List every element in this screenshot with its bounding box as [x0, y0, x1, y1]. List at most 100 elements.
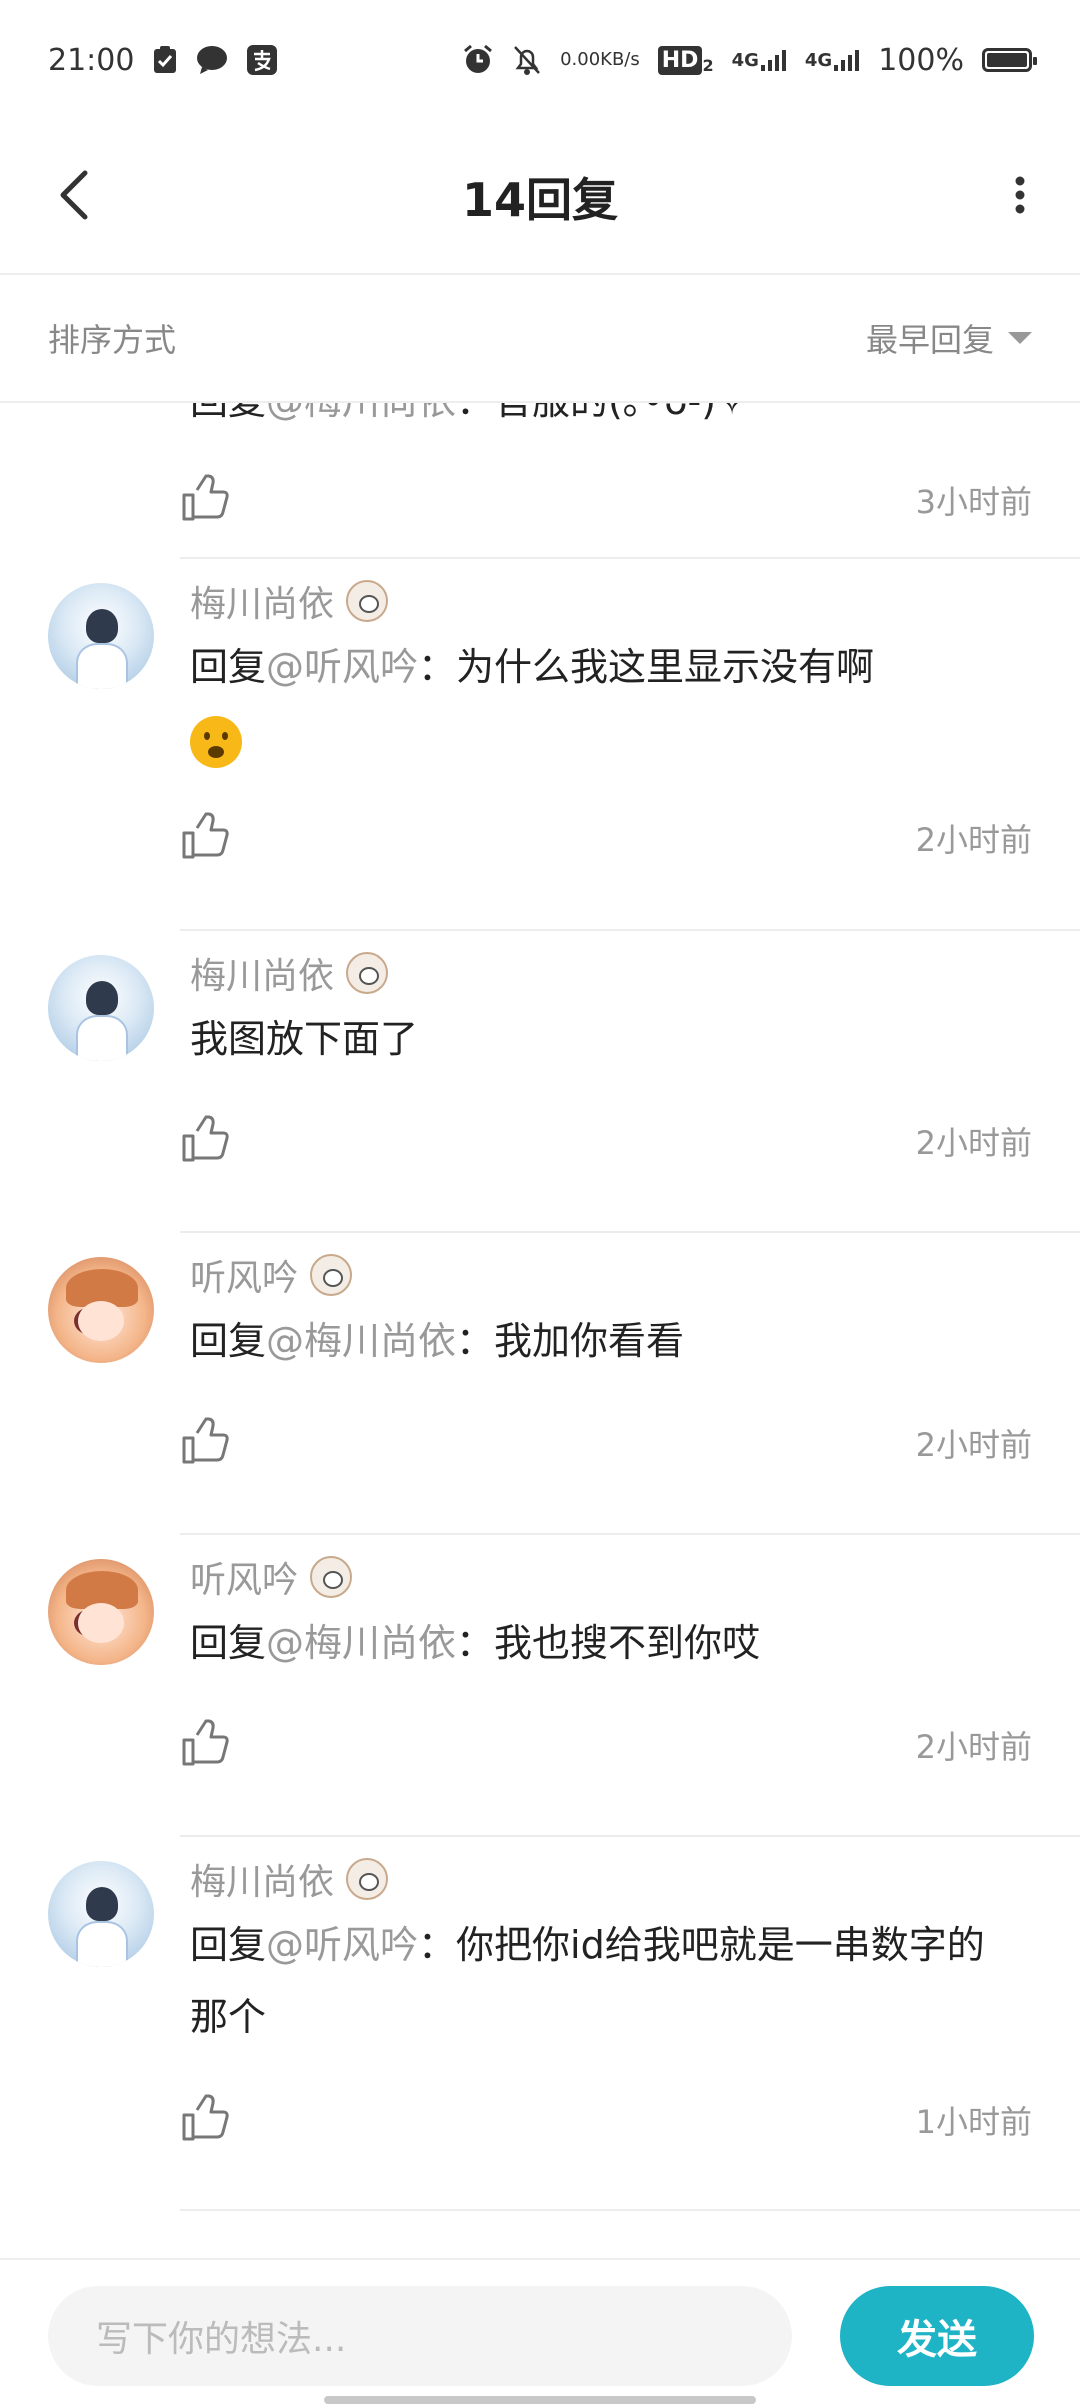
- reply-item: 梅川尚依 我图放下面了 2小时前: [0, 931, 1080, 1233]
- username: 梅川尚依: [190, 584, 335, 625]
- reply-input[interactable]: 写下你的想法...: [48, 2286, 792, 2386]
- page-title: 14回复: [461, 172, 618, 227]
- like-button[interactable]: [180, 811, 230, 861]
- hd-icon: HD 2: [657, 45, 714, 75]
- reply-prefix: 回复: [190, 403, 266, 423]
- mention-link[interactable]: @梅川尚依: [266, 1621, 456, 1665]
- bell-muted-icon: [512, 44, 542, 76]
- avatar[interactable]: [48, 955, 154, 1061]
- reply-item: 听风吟 回复@梅川尚依：我加你看看 2小时前: [0, 1233, 1080, 1535]
- username: 梅川尚依: [190, 956, 335, 997]
- thumbs-up-icon: [182, 1417, 229, 1464]
- username: 听风吟: [190, 1560, 299, 1601]
- avatar[interactable]: [48, 1257, 154, 1363]
- send-button[interactable]: 发送: [840, 2286, 1034, 2386]
- colon: ：: [456, 403, 494, 423]
- net-speed-value: 0.00: [560, 49, 601, 70]
- like-button[interactable]: [180, 1114, 230, 1164]
- home-indicator[interactable]: [324, 2396, 756, 2404]
- reply-time: 2小时前: [915, 821, 1032, 859]
- level-badge-icon: [310, 1556, 353, 1598]
- avatar[interactable]: [48, 583, 154, 689]
- mention-link[interactable]: @梅川尚依: [266, 403, 456, 423]
- reply-username[interactable]: 梅川尚依: [190, 575, 389, 627]
- reply-list[interactable]: 回复@梅川尚依：官服的(｡•̀ᴗ-)✧ 3小时前 梅川尚依 回复@听风吟：为什么…: [0, 403, 1080, 2258]
- mention-link[interactable]: @听风吟: [266, 645, 418, 689]
- sort-bar: 排序方式 最早回复: [0, 275, 1080, 403]
- mention-link[interactable]: @听风吟: [266, 1923, 418, 1967]
- more-options-button[interactable]: [990, 160, 1050, 230]
- like-button[interactable]: [180, 1416, 230, 1466]
- input-placeholder: 写下你的想法...: [96, 2319, 347, 2360]
- colon: ：: [418, 645, 457, 689]
- network-speed: 0.00 KB/s: [560, 49, 640, 70]
- thumbs-up-icon: [182, 1115, 229, 1162]
- reply-body: 我图放下面了: [190, 1017, 419, 1061]
- level-badge-icon: [346, 952, 389, 994]
- reply-time: 3小时前: [915, 483, 1032, 521]
- level-badge-icon: [310, 1254, 353, 1296]
- reply-input-bar: 写下你的想法... 发送: [0, 2258, 1080, 2408]
- reply-item: 听风吟 回复@梅川尚依：我也搜不到你哎 2小时前: [0, 1535, 1080, 1837]
- clipboard-icon: [152, 45, 178, 75]
- level-badge-icon: [346, 1858, 389, 1900]
- reply-text: 回复@梅川尚依：我也搜不到你哎: [190, 1607, 1010, 1679]
- level-badge-icon: [346, 580, 389, 622]
- frowning-face-emoji-icon: [190, 715, 242, 768]
- sort-dropdown[interactable]: 最早回复: [866, 315, 1032, 361]
- reply-time: 2小时前: [915, 1426, 1032, 1464]
- header: 14回复: [0, 120, 1080, 275]
- thumbs-up-icon: [182, 2094, 229, 2141]
- reply-username[interactable]: 听风吟: [190, 1249, 353, 1301]
- avatar[interactable]: [48, 1559, 154, 1665]
- reply-prefix: 回复: [190, 1319, 267, 1363]
- reply-time: 2小时前: [915, 1124, 1032, 1162]
- colon: ：: [418, 1923, 457, 1967]
- reply-text: 回复@梅川尚依：我加你看看: [190, 1305, 1010, 1377]
- reply-body: 我也搜不到你哎: [494, 1621, 761, 1665]
- like-button[interactable]: [180, 473, 230, 523]
- status-right: 0.00 KB/s HD 2 4G 4G 100%: [462, 42, 1037, 78]
- chevron-left-icon: [60, 170, 88, 220]
- hd-sub: 2: [702, 55, 714, 75]
- alarm-icon: [462, 44, 494, 76]
- thumbs-up-icon: [182, 812, 229, 859]
- battery-icon: [982, 48, 1037, 72]
- dropdown-arrow-icon: [1008, 332, 1032, 344]
- reply-prefix: 回复: [190, 1621, 267, 1665]
- back-button[interactable]: [40, 160, 110, 230]
- reply-text: 回复@听风吟：你把你id给我吧就是一串数字的那个: [190, 1909, 1010, 2053]
- divider: [180, 2209, 1080, 2211]
- thumbs-up-icon: [182, 474, 229, 521]
- sort-label: 排序方式: [48, 321, 177, 359]
- net-speed-unit: KB/s: [600, 49, 640, 70]
- more-vertical-icon: [1015, 176, 1025, 214]
- like-button[interactable]: [180, 1718, 230, 1768]
- reply-prefix: 回复: [190, 1923, 267, 1967]
- reply-prefix: 回复: [190, 645, 267, 689]
- battery-percent: 100%: [878, 42, 964, 78]
- chat-bubble-icon: [196, 45, 228, 75]
- status-bar: 21:00 0.00 KB/s HD 2 4G 4G 100%: [0, 0, 1080, 120]
- username: 听风吟: [190, 1258, 299, 1299]
- reply-time: 2小时前: [915, 1728, 1032, 1766]
- reply-username[interactable]: 梅川尚依: [190, 1853, 389, 1905]
- reply-body: 我加你看看: [494, 1319, 685, 1363]
- signal-icon-1: 4G: [732, 49, 787, 71]
- reply-item: 回复@梅川尚依：官服的(｡•̀ᴗ-)✧ 3小时前: [0, 403, 1080, 563]
- like-button[interactable]: [180, 2093, 230, 2143]
- mention-link[interactable]: @梅川尚依: [266, 1319, 456, 1363]
- reply-username[interactable]: 梅川尚依: [190, 947, 389, 999]
- reply-item: 梅川尚依 回复@听风吟：你把你id给我吧就是一串数字的那个 1小时前: [0, 1837, 1080, 2213]
- signal-label-1: 4G: [731, 50, 759, 71]
- reply-text: 回复@听风吟：为什么我这里显示没有啊: [190, 631, 1010, 775]
- reply-body: 官服的(｡•̀ᴗ-)✧: [494, 403, 748, 423]
- avatar[interactable]: [48, 1861, 154, 1967]
- reply-text: 我图放下面了: [190, 1003, 1010, 1075]
- clock: 21:00: [48, 42, 135, 78]
- sort-value: 最早回复: [865, 321, 994, 359]
- signal-icon-2: 4G: [805, 49, 860, 71]
- reply-username[interactable]: 听风吟: [190, 1551, 353, 1603]
- reply-time: 1小时前: [915, 2103, 1032, 2141]
- reply-body: 为什么我这里显示没有啊: [456, 645, 875, 689]
